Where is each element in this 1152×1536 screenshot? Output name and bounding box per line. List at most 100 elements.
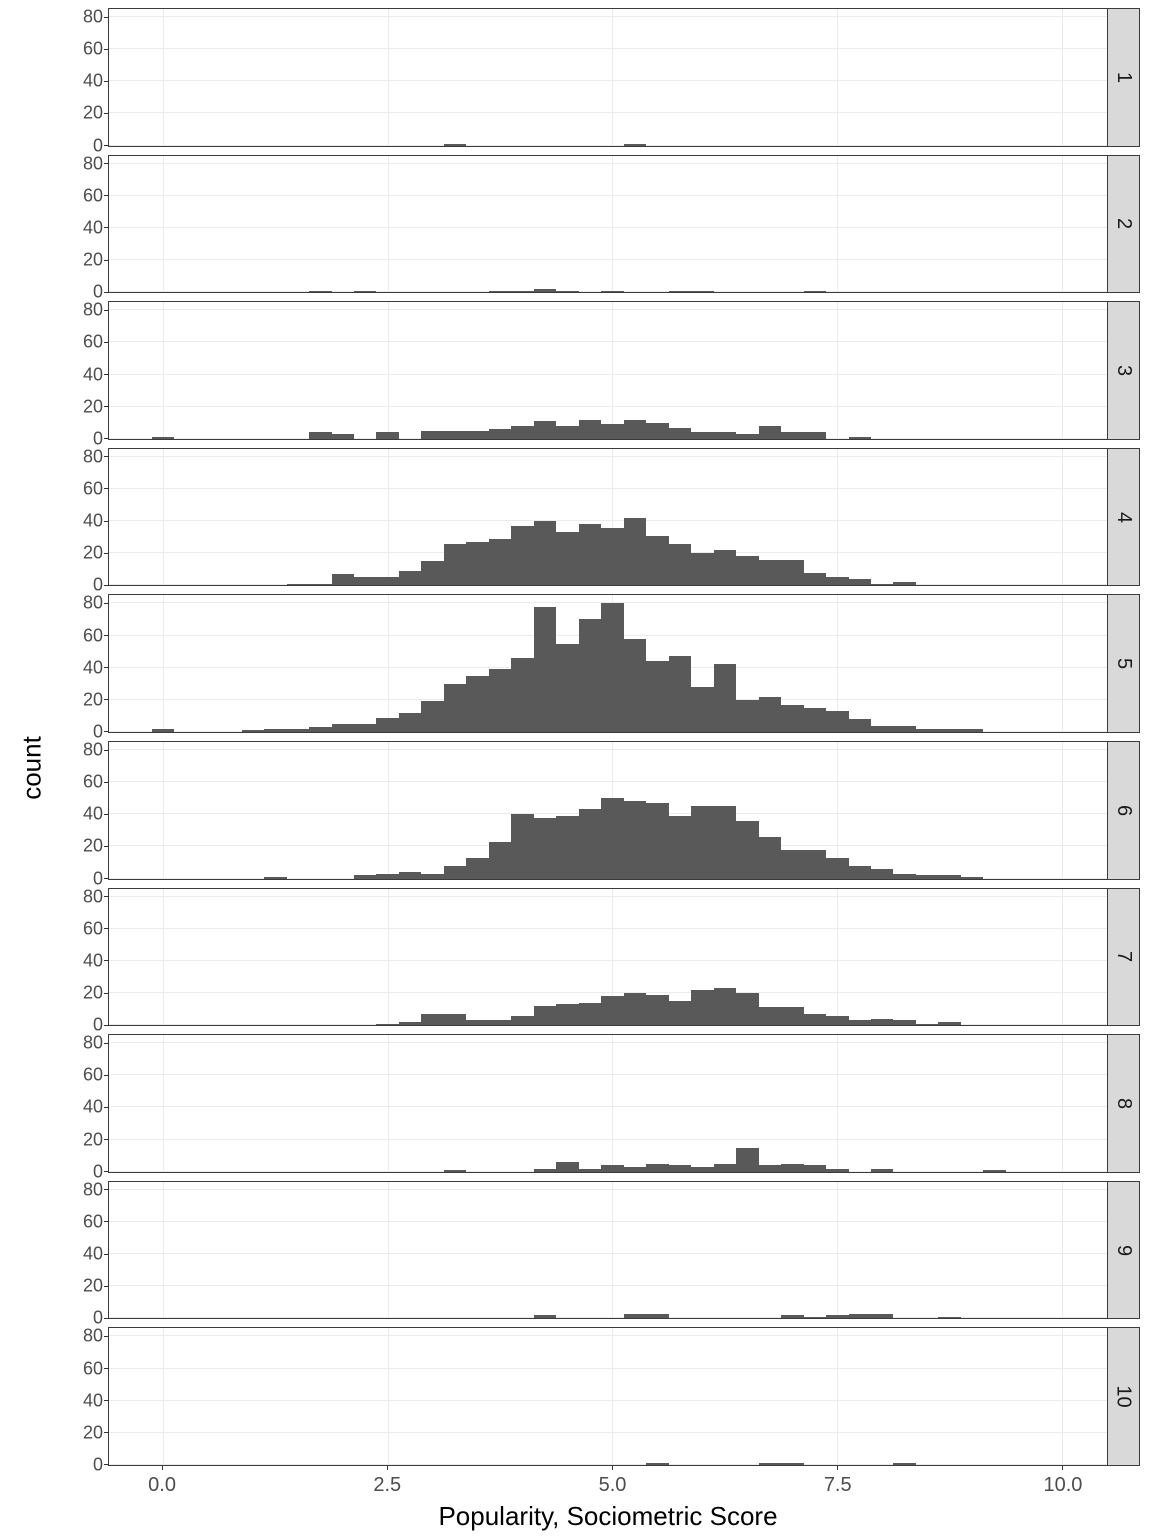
histogram-bar — [646, 1463, 668, 1465]
bars — [109, 156, 1107, 293]
histogram-bar — [781, 850, 803, 879]
histogram-bar — [444, 1170, 466, 1172]
facet-strip: 1 — [1108, 8, 1140, 147]
histogram-bar — [759, 1165, 781, 1171]
plot-panel: 020406080 — [108, 155, 1108, 294]
histogram-bar — [714, 550, 736, 585]
histogram-bar — [601, 424, 623, 438]
histogram-bar — [264, 729, 286, 732]
bars — [109, 889, 1107, 1026]
y-tick-label: 80 — [83, 740, 109, 761]
histogram-bar — [511, 291, 533, 293]
histogram-bar — [669, 544, 691, 586]
y-tick-label: 80 — [83, 593, 109, 614]
histogram-bar — [376, 874, 398, 879]
histogram-bar — [399, 872, 421, 878]
y-axis-title: count — [16, 736, 47, 800]
histogram-bar — [579, 420, 601, 439]
y-tick-label: 80 — [83, 1033, 109, 1054]
histogram-bar — [534, 1315, 556, 1318]
histogram-bar — [489, 539, 511, 586]
histogram-bar — [691, 553, 713, 585]
histogram-bar — [376, 432, 398, 438]
histogram-bar — [646, 423, 668, 439]
y-tick-label: 40 — [83, 511, 109, 532]
x-tick-label: 2.5 — [373, 1474, 401, 1497]
histogram-bar — [826, 1016, 848, 1026]
histogram-bar — [961, 877, 983, 879]
bars — [109, 1328, 1107, 1465]
histogram-bar — [804, 1165, 826, 1171]
histogram-bar — [893, 1463, 915, 1465]
histogram-bar — [893, 874, 915, 879]
histogram-bar — [804, 1317, 826, 1319]
histogram-bar — [759, 560, 781, 586]
y-tick-label: 80 — [83, 300, 109, 321]
histogram-bar — [938, 729, 960, 732]
y-tick-label: 20 — [83, 103, 109, 124]
histogram-bar — [871, 869, 893, 879]
x-tick-label: 0.0 — [148, 1474, 176, 1497]
histogram-bar — [511, 526, 533, 585]
histogram-bar — [849, 866, 871, 879]
histogram-bar — [804, 850, 826, 879]
histogram-bar — [152, 437, 174, 439]
facet-9: 0204060809 — [70, 1181, 1140, 1320]
y-tick-label: 20 — [83, 396, 109, 417]
facet-strip: 9 — [1108, 1181, 1140, 1320]
bars — [109, 9, 1107, 146]
facet-strip: 10 — [1108, 1327, 1140, 1466]
histogram-bar — [556, 291, 578, 293]
y-tick-label: 40 — [83, 71, 109, 92]
histogram-bar — [916, 729, 938, 732]
histogram-bar — [983, 1170, 1005, 1172]
histogram-bar — [871, 1169, 893, 1172]
histogram-bar — [399, 713, 421, 732]
histogram-bar — [804, 432, 826, 438]
histogram-bar — [826, 858, 848, 879]
plot-panel: 020406080 — [108, 1327, 1108, 1466]
histogram-bar — [399, 1022, 421, 1025]
histogram-bar — [466, 1020, 488, 1025]
histogram-bar — [534, 1006, 556, 1025]
y-tick-label: 40 — [83, 217, 109, 238]
histogram-bar — [579, 619, 601, 731]
histogram-bar — [759, 697, 781, 732]
y-tick-label: 60 — [83, 772, 109, 793]
histogram-bar — [556, 816, 578, 879]
bars — [109, 1035, 1107, 1172]
histogram-bar — [714, 988, 736, 1025]
histogram-bar — [781, 1463, 803, 1465]
histogram-bar — [646, 995, 668, 1026]
histogram-bar — [444, 684, 466, 732]
y-tick-label: 60 — [83, 478, 109, 499]
facet-5: 0204060805 — [70, 594, 1140, 733]
histogram-bar — [938, 1317, 960, 1319]
facet-label: 1 — [1112, 72, 1135, 83]
histogram-bar — [736, 700, 758, 732]
histogram-bar — [759, 1463, 781, 1465]
y-tick-label: 20 — [83, 983, 109, 1004]
histogram-bar — [399, 571, 421, 585]
facet-label: 8 — [1112, 1098, 1135, 1109]
histogram-bar — [624, 993, 646, 1025]
plot-panel: 020406080 — [108, 8, 1108, 147]
histogram-bar — [759, 837, 781, 879]
histogram-bar — [466, 431, 488, 439]
histogram-bar — [309, 727, 331, 732]
histogram-bar — [714, 432, 736, 438]
facet-2: 0204060802 — [70, 155, 1140, 294]
y-tick-label: 40 — [83, 950, 109, 971]
plot-panel: 020406080 — [108, 1034, 1108, 1173]
histogram-bar — [938, 1022, 960, 1025]
y-tick-label: 60 — [83, 185, 109, 206]
y-tick-label: 80 — [83, 153, 109, 174]
histogram-bar — [804, 708, 826, 732]
histogram-bar — [556, 1004, 578, 1025]
y-tick-label: 60 — [83, 918, 109, 939]
histogram-bar — [691, 291, 713, 293]
facet-label: 7 — [1112, 951, 1135, 962]
histogram-bar — [421, 561, 443, 585]
histogram-bar — [781, 1007, 803, 1025]
histogram-bar — [152, 729, 174, 732]
